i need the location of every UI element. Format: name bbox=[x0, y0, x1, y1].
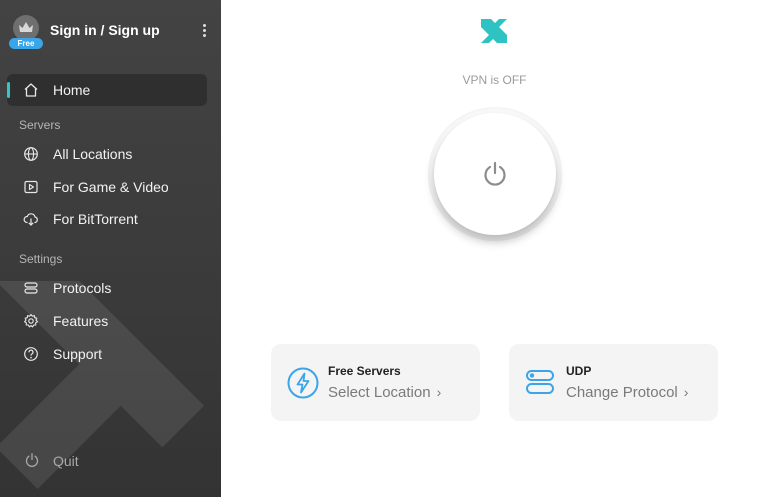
sidebar-item-label: For BitTorrent bbox=[53, 211, 138, 227]
protocol-icon bbox=[24, 282, 38, 294]
help-icon bbox=[24, 347, 38, 361]
server-card-title: Free Servers bbox=[328, 364, 401, 378]
chevron-right-icon: › bbox=[436, 384, 442, 400]
plan-badge: Free bbox=[9, 38, 43, 49]
globe-icon bbox=[24, 147, 38, 161]
sidebar-item-label: Features bbox=[53, 313, 109, 329]
more-menu-icon[interactable] bbox=[199, 23, 209, 39]
home-icon bbox=[24, 83, 38, 97]
sidebar-item-protocols[interactable]: Protocols bbox=[7, 272, 207, 304]
play-icon bbox=[24, 180, 38, 194]
connect-button[interactable] bbox=[434, 113, 556, 235]
power-icon bbox=[25, 453, 39, 467]
sidebar-item-support[interactable]: Support bbox=[7, 338, 207, 370]
chevron-right-icon: › bbox=[683, 384, 689, 400]
protocol-toggle-icon bbox=[526, 370, 554, 394]
sidebar-item-features[interactable]: Features bbox=[7, 305, 207, 337]
quit-button[interactable]: Quit bbox=[7, 445, 207, 475]
main-panel: VPN is OFF Free Servers Select Location ›… bbox=[221, 0, 768, 497]
crown-icon bbox=[19, 22, 33, 32]
protocol-card-title: UDP bbox=[566, 364, 592, 378]
lightning-icon bbox=[287, 367, 319, 399]
sidebar-item-label: Protocols bbox=[53, 280, 112, 296]
sidebar-item-label: All Locations bbox=[53, 146, 133, 162]
sidebar: Free Sign in / Sign up Home Servers All … bbox=[0, 0, 221, 497]
sidebar-item-label: Home bbox=[53, 82, 91, 98]
sidebar-item-game-video[interactable]: For Game & Video bbox=[7, 171, 207, 203]
section-label-settings: Settings bbox=[19, 252, 63, 266]
protocol-card[interactable]: UDP Change Protocol › bbox=[509, 344, 718, 421]
sidebar-item-home[interactable]: Home bbox=[7, 74, 207, 106]
account-header: Free Sign in / Sign up bbox=[0, 0, 221, 62]
vpn-status: VPN is OFF bbox=[462, 73, 527, 87]
server-location-card[interactable]: Free Servers Select Location › bbox=[271, 344, 480, 421]
sidebar-item-all-locations[interactable]: All Locations bbox=[7, 138, 207, 170]
sidebar-item-label: For Game & Video bbox=[53, 179, 169, 195]
protocol-card-subtitle-text: Change Protocol bbox=[566, 384, 678, 401]
signin-link[interactable]: Sign in / Sign up bbox=[50, 22, 160, 38]
sidebar-item-label: Support bbox=[53, 346, 103, 362]
active-indicator bbox=[7, 82, 10, 98]
gear-icon bbox=[23, 313, 39, 328]
power-icon bbox=[484, 161, 506, 186]
section-label-servers: Servers bbox=[19, 118, 61, 132]
server-card-subtitle-text: Select Location bbox=[328, 384, 431, 401]
brand-logo-icon bbox=[481, 19, 507, 43]
cloud-download-icon bbox=[23, 213, 38, 226]
server-card-subtitle: Select Location › bbox=[328, 384, 441, 401]
quit-label: Quit bbox=[53, 453, 79, 469]
protocol-card-subtitle: Change Protocol › bbox=[566, 384, 688, 401]
sidebar-item-bittorrent[interactable]: For BitTorrent bbox=[7, 203, 207, 235]
